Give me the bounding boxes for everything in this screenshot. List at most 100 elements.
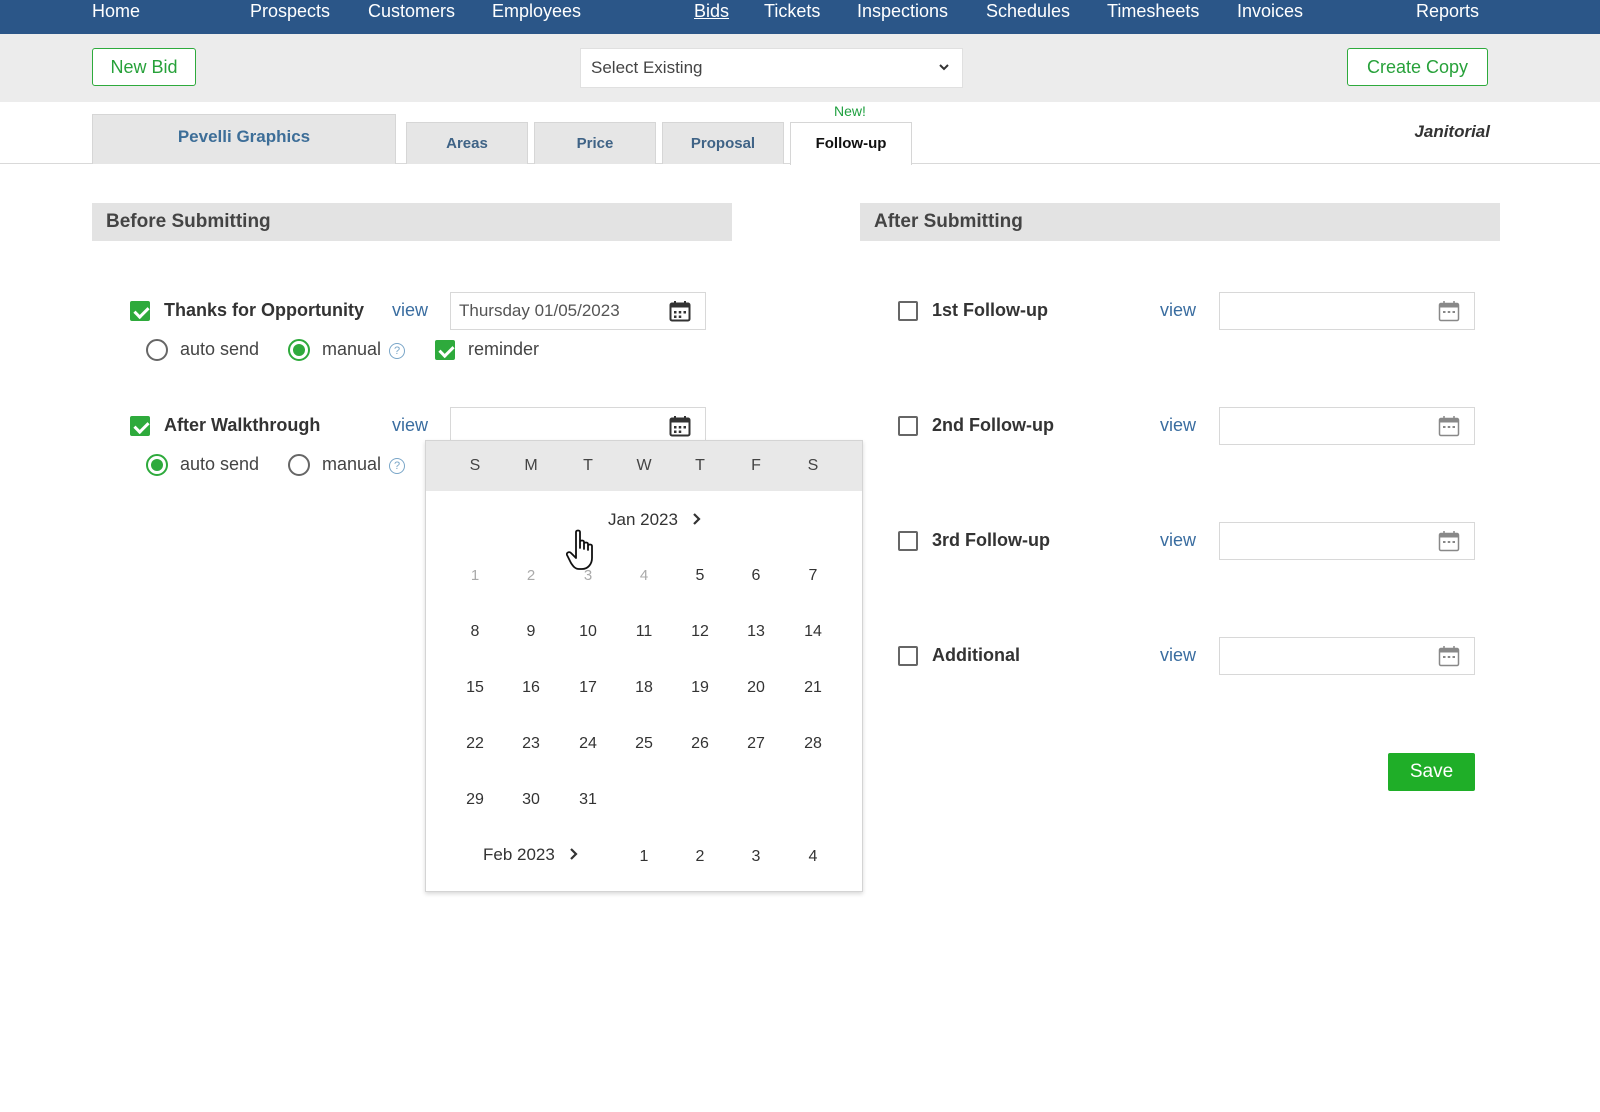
day-cell[interactable]: 3 bbox=[736, 845, 776, 869]
day-cell[interactable]: 9 bbox=[511, 620, 551, 644]
followup-2-view-link[interactable]: view bbox=[1160, 415, 1196, 436]
day-cell[interactable]: 8 bbox=[455, 620, 495, 644]
day-cell[interactable]: 20 bbox=[736, 676, 776, 700]
weekday-wed: W bbox=[636, 457, 652, 474]
create-copy-button[interactable]: Create Copy bbox=[1347, 48, 1488, 86]
day-cell[interactable]: 11 bbox=[624, 620, 664, 644]
thanks-date-field[interactable]: Thursday 01/05/2023 bbox=[450, 292, 706, 330]
day-cell[interactable]: 1 bbox=[624, 845, 664, 869]
followup-3-label: 3rd Follow-up bbox=[932, 530, 1050, 550]
month-label-feb[interactable]: Feb 2023 bbox=[483, 845, 580, 865]
tab-areas[interactable]: Areas bbox=[406, 122, 528, 164]
save-button[interactable]: Save bbox=[1388, 753, 1475, 791]
day-cell[interactable]: 5 bbox=[680, 564, 720, 588]
calendar-icon[interactable] bbox=[669, 415, 691, 437]
help-icon[interactable]: ? bbox=[389, 343, 405, 359]
day-cell[interactable]: 21 bbox=[793, 676, 833, 700]
day-cell[interactable]: 24 bbox=[568, 732, 608, 756]
day-cell[interactable]: 6 bbox=[736, 564, 776, 588]
day-cell[interactable]: 25 bbox=[624, 732, 664, 756]
weekday-fri: F bbox=[751, 457, 761, 474]
day-cell[interactable]: 10 bbox=[568, 620, 608, 644]
before-submitting-header: Before Submitting bbox=[92, 203, 732, 241]
followup-3-checkbox[interactable] bbox=[898, 531, 918, 551]
followup-2-date-field[interactable] bbox=[1219, 407, 1475, 445]
walkthrough-auto-send-radio[interactable] bbox=[146, 454, 168, 476]
toolbar: New Bid Select Existing Create Copy bbox=[0, 34, 1600, 102]
top-nav: Home Prospects Customers Employees Bids … bbox=[0, 0, 1600, 34]
nav-tickets[interactable]: Tickets bbox=[764, 0, 820, 22]
day-cell[interactable]: 4 bbox=[793, 845, 833, 869]
thanks-date-value: Thursday 01/05/2023 bbox=[459, 301, 620, 320]
tab-follow-up[interactable]: Follow-up bbox=[790, 122, 912, 165]
day-cell[interactable]: 28 bbox=[793, 732, 833, 756]
nav-employees[interactable]: Employees bbox=[492, 0, 581, 22]
new-bid-button[interactable]: New Bid bbox=[92, 48, 196, 86]
weekday-sun: S bbox=[469, 457, 481, 474]
additional-view-link[interactable]: view bbox=[1160, 645, 1196, 666]
nav-bids[interactable]: Bids bbox=[694, 0, 729, 22]
day-cell[interactable]: 2 bbox=[680, 845, 720, 869]
nav-reports[interactable]: Reports bbox=[1416, 0, 1479, 22]
day-cell[interactable]: 14 bbox=[793, 620, 833, 644]
weekday-header: S M T W T F S bbox=[426, 441, 862, 491]
nav-schedules[interactable]: Schedules bbox=[986, 0, 1070, 22]
day-cell[interactable]: 7 bbox=[793, 564, 833, 588]
month-label-text: Jan 2023 bbox=[608, 510, 678, 529]
followup-3-view-link[interactable]: view bbox=[1160, 530, 1196, 551]
followup-2-checkbox[interactable] bbox=[898, 416, 918, 436]
followup-3-date-field[interactable] bbox=[1219, 522, 1475, 560]
month-label-jan[interactable]: Jan 2023 bbox=[608, 510, 703, 530]
day-cell[interactable]: 27 bbox=[736, 732, 776, 756]
select-existing-dropdown[interactable]: Select Existing bbox=[580, 48, 963, 88]
additional-date-field[interactable] bbox=[1219, 637, 1475, 675]
thanks-reminder-label: reminder bbox=[468, 339, 540, 359]
day-cell[interactable]: 31 bbox=[568, 788, 608, 812]
day-cell[interactable]: 23 bbox=[511, 732, 551, 756]
day-cell[interactable]: 17 bbox=[568, 676, 608, 700]
walkthrough-view-link[interactable]: view bbox=[392, 415, 428, 436]
thanks-view-link[interactable]: view bbox=[392, 300, 428, 321]
day-cell[interactable]: 22 bbox=[455, 732, 495, 756]
calendar-icon[interactable] bbox=[1438, 645, 1460, 667]
thanks-auto-send-radio[interactable] bbox=[146, 339, 168, 361]
thanks-checkbox[interactable] bbox=[130, 301, 150, 321]
followup-1-label: 1st Follow-up bbox=[932, 300, 1048, 320]
followup-1-checkbox[interactable] bbox=[898, 301, 918, 321]
weekday-thu: T bbox=[695, 457, 705, 474]
help-icon[interactable]: ? bbox=[389, 458, 405, 474]
day-cell[interactable]: 30 bbox=[511, 788, 551, 812]
nav-prospects[interactable]: Prospects bbox=[250, 0, 330, 22]
day-cell[interactable]: 13 bbox=[736, 620, 776, 644]
date-picker-popup[interactable]: S M T W T F S Jan 2023 1 2 3 4 5 6 7 8 9… bbox=[425, 440, 863, 892]
additional-checkbox[interactable] bbox=[898, 646, 918, 666]
day-cell[interactable]: 2 bbox=[511, 564, 551, 588]
nav-inspections[interactable]: Inspections bbox=[857, 0, 948, 22]
nav-invoices[interactable]: Invoices bbox=[1237, 0, 1303, 22]
nav-home[interactable]: Home bbox=[92, 0, 140, 22]
day-cell[interactable]: 26 bbox=[680, 732, 720, 756]
tab-proposal[interactable]: Proposal bbox=[662, 122, 784, 164]
day-cell[interactable]: 1 bbox=[455, 564, 495, 588]
thanks-reminder-checkbox[interactable] bbox=[435, 340, 455, 360]
nav-customers[interactable]: Customers bbox=[368, 0, 455, 22]
calendar-icon[interactable] bbox=[1438, 300, 1460, 322]
day-cell[interactable]: 15 bbox=[455, 676, 495, 700]
day-cell[interactable]: 29 bbox=[455, 788, 495, 812]
day-cell[interactable]: 19 bbox=[680, 676, 720, 700]
walkthrough-manual-radio[interactable] bbox=[288, 454, 310, 476]
day-cell[interactable]: 16 bbox=[511, 676, 551, 700]
tab-customer[interactable]: Pevelli Graphics bbox=[92, 114, 396, 164]
tab-price[interactable]: Price bbox=[534, 122, 656, 164]
calendar-icon[interactable] bbox=[1438, 530, 1460, 552]
followup-1-view-link[interactable]: view bbox=[1160, 300, 1196, 321]
thanks-manual-radio[interactable] bbox=[288, 339, 310, 361]
day-cell[interactable]: 12 bbox=[680, 620, 720, 644]
calendar-icon[interactable] bbox=[1438, 415, 1460, 437]
nav-timesheets[interactable]: Timesheets bbox=[1107, 0, 1199, 22]
calendar-icon[interactable] bbox=[669, 300, 691, 322]
walkthrough-checkbox[interactable] bbox=[130, 416, 150, 436]
followup-1-date-field[interactable] bbox=[1219, 292, 1475, 330]
day-cell[interactable]: 4 bbox=[624, 564, 664, 588]
day-cell[interactable]: 18 bbox=[624, 676, 664, 700]
